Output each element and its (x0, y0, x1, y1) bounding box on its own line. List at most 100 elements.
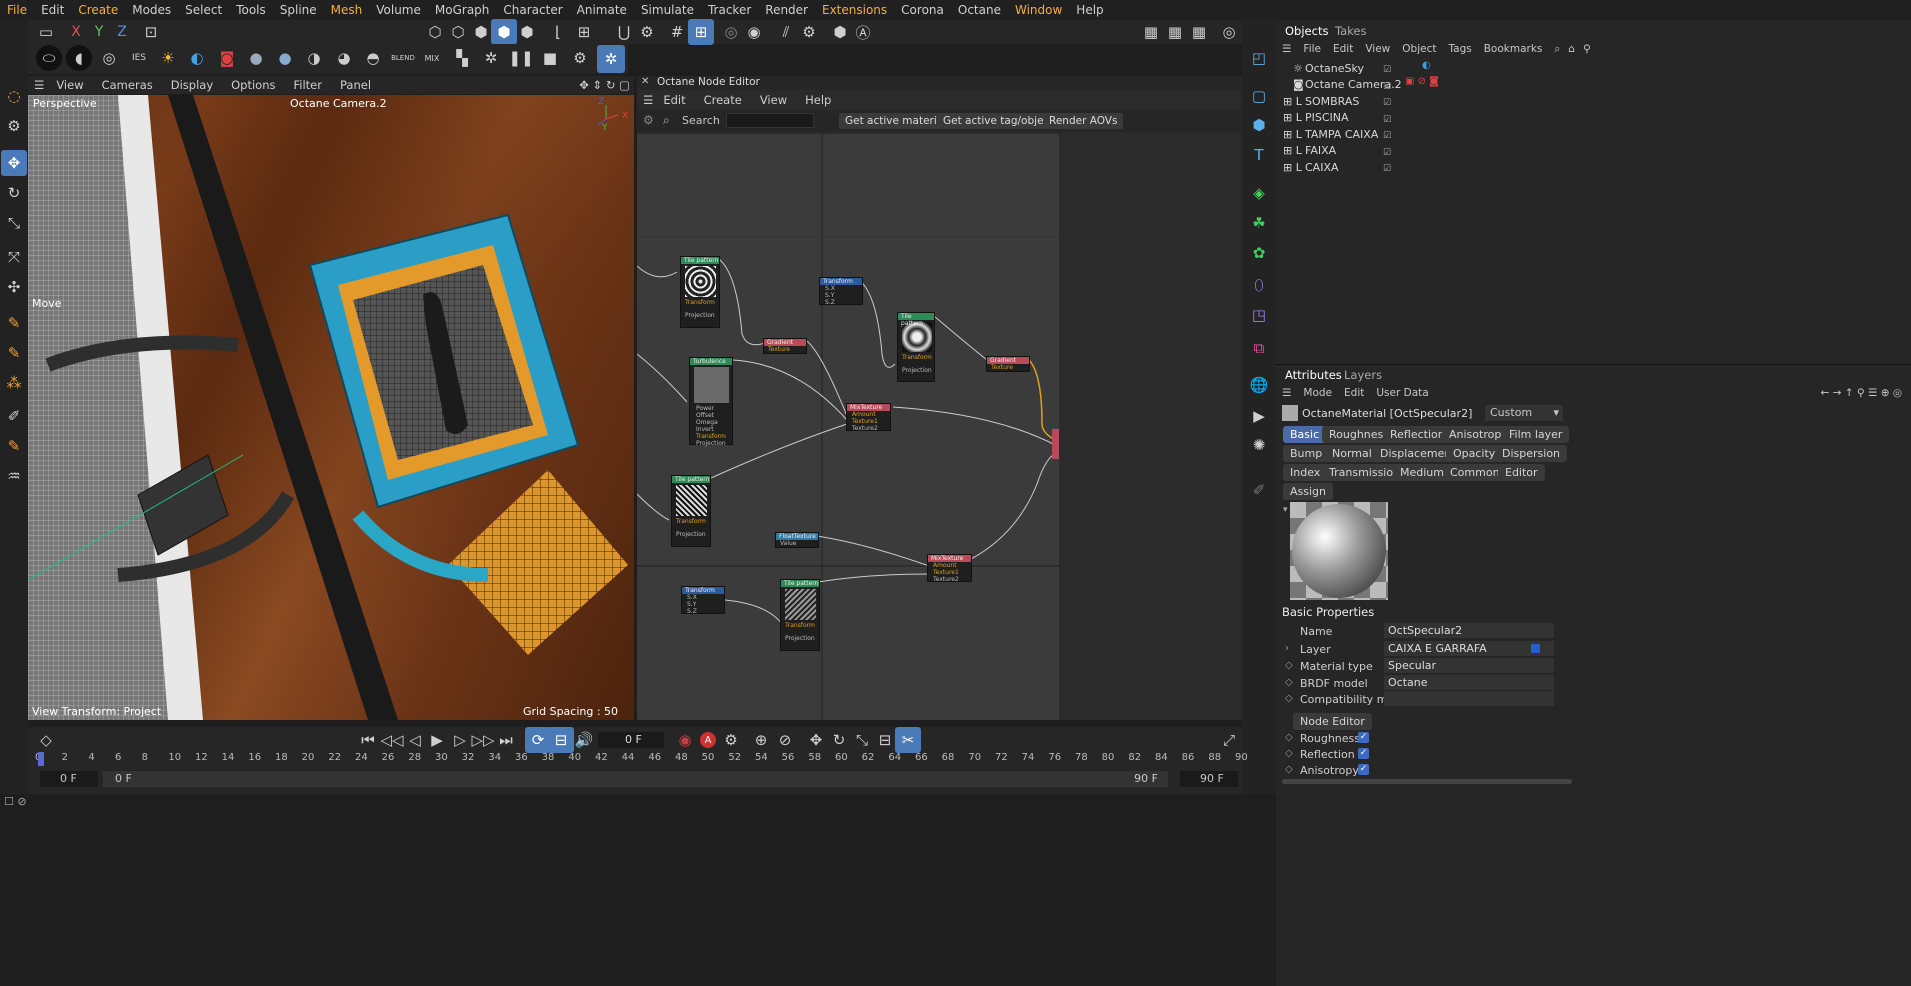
node-port[interactable]: Projection (672, 531, 710, 538)
keyframe-settings-icon[interactable]: ⚙ (718, 727, 744, 753)
knife-icon[interactable]: ✎ (1, 433, 27, 459)
viewport-menu-display[interactable]: Display (171, 78, 213, 92)
check-anisotropy[interactable]: ✓ (1358, 764, 1369, 775)
live-icon[interactable]: ◎ (1216, 19, 1242, 45)
node-tile-pattern-1[interactable]: Tile pattern Transform Projection (680, 256, 720, 328)
globe-icon[interactable]: 🌐 (1246, 372, 1272, 398)
node-port[interactable]: Value (776, 540, 818, 547)
object-row[interactable]: ⊞ L TAMPA CAIXA (1283, 126, 1378, 142)
node-tile-pattern-2[interactable]: Tile pattern Transform Projection (671, 475, 711, 547)
render-settings-icon[interactable]: ▦ (1186, 19, 1212, 45)
attributes-nav-icons[interactable]: ← → ↑ ⚲ ☰ ⊕ ◎ (1821, 387, 1902, 399)
symmetry-settings-icon[interactable]: ⚙ (796, 19, 822, 45)
object-row[interactable]: ⊞ L FAIXA (1283, 142, 1336, 158)
attributes-menu-edit[interactable]: Edit (1344, 387, 1364, 399)
node-port[interactable]: S.X (682, 594, 724, 601)
node-port[interactable]: Omega (690, 419, 732, 426)
current-frame-field[interactable]: 0 F (598, 732, 664, 748)
node-port[interactable]: Texture2 (928, 576, 971, 583)
material-diffuse-icon[interactable]: ● (243, 45, 269, 71)
expand-icon[interactable]: › (1285, 643, 1289, 654)
blend-material-button[interactable]: BLEND (390, 45, 416, 71)
node-port[interactable]: Power (690, 405, 732, 412)
node-mix-texture-2[interactable]: MixTexture Amount Texture1 Texture2 (927, 554, 972, 583)
viewport-3d[interactable]: Perspective Octane Camera.2 Move Z X Y V… (28, 95, 634, 720)
axis-z-button[interactable]: Z (109, 19, 135, 45)
objects-filter-icon[interactable]: ⚲ (1583, 43, 1591, 55)
check-roughness[interactable]: ✓ (1358, 732, 1369, 743)
keyframe-diamond-icon[interactable]: ◇ (1285, 748, 1293, 759)
rotate-tool-icon[interactable]: ↻ (1, 180, 27, 206)
object-row[interactable]: ☼ OctaneSky (1283, 60, 1364, 76)
node-canvas[interactable]: Tile pattern Transform Projection Turbul… (637, 134, 1059, 720)
check-reflection[interactable]: ✓ (1358, 748, 1369, 759)
text-object-icon[interactable]: T (1246, 142, 1272, 168)
menu-simulate[interactable]: Simulate (634, 3, 701, 17)
key-rotation-icon[interactable]: ⊘ (772, 727, 798, 753)
objects-menu-file[interactable]: File (1303, 43, 1321, 55)
sound-icon[interactable]: 🔊 (571, 727, 597, 753)
menu-tracker[interactable]: Tracker (701, 3, 758, 17)
null-object-icon[interactable]: ◰ (1246, 45, 1272, 71)
node-port[interactable]: Projection (898, 367, 934, 374)
ies-light-icon[interactable]: IES (126, 45, 152, 71)
snap-settings-icon[interactable]: ⚙ (634, 19, 660, 45)
tab-opacity[interactable]: Opacity (1446, 445, 1503, 462)
keyframe-diamond-icon[interactable]: ◇ (1285, 693, 1293, 704)
tab-film-layer[interactable]: Film layer (1502, 426, 1570, 443)
material-metal-icon[interactable]: ◕ (331, 45, 357, 71)
tool-settings-icon[interactable]: ⚙ (1, 113, 27, 139)
render-view-icon[interactable]: ▦ (1138, 19, 1164, 45)
node-port[interactable]: Invert (690, 426, 732, 433)
light-object-icon[interactable]: ✺ (1246, 432, 1272, 458)
axis-mode-icon[interactable]: ⌊ (545, 19, 571, 45)
prop-material-type-dropdown[interactable]: Specular (1384, 658, 1554, 673)
menu-help[interactable]: Help (1069, 3, 1110, 17)
camera-icon[interactable]: ◙ (214, 45, 240, 71)
menu-create[interactable]: Create (71, 3, 125, 17)
node-port[interactable]: Transform (672, 518, 710, 525)
generator-icon[interactable]: ◈ (1246, 180, 1272, 206)
node-port[interactable]: S.Y (682, 601, 724, 608)
field-icon[interactable]: ◳ (1246, 302, 1272, 328)
objects-menu-icon[interactable]: ☰ (1282, 43, 1291, 55)
viewport-camera-label[interactable]: Octane Camera.2 (290, 97, 387, 110)
playhead[interactable] (38, 752, 44, 766)
viewport-menu-cameras[interactable]: Cameras (102, 78, 153, 92)
node-port[interactable]: S.Z (820, 299, 862, 306)
menu-window[interactable]: Window (1008, 3, 1069, 17)
material-universal-icon[interactable]: ◓ (360, 45, 386, 71)
viewport-menu-view[interactable]: View (56, 78, 83, 92)
magnet-icon[interactable]: ♒ (1, 463, 27, 489)
expand-icon[interactable]: ⊞ L (1283, 128, 1305, 141)
object-row[interactable]: ⊞ L CAIXA (1283, 159, 1339, 175)
spot-light-icon[interactable]: ◖ (66, 45, 92, 71)
node-port[interactable]: Texture (987, 364, 1029, 371)
node-port[interactable]: S.Z (682, 608, 724, 615)
node-menu-help[interactable]: Help (805, 93, 831, 107)
tab-takes[interactable]: Takes (1335, 24, 1367, 38)
undo-icon[interactable]: ▭ (33, 19, 59, 45)
attributes-menu-mode[interactable]: Mode (1303, 387, 1332, 399)
sketch-icon[interactable]: ✎ (1, 340, 27, 366)
tab-index[interactable]: Index (1283, 464, 1328, 481)
grid-icon[interactable]: # (664, 19, 690, 45)
node-editor-menu-icon[interactable]: ☰ (643, 93, 653, 107)
node-editor-button[interactable]: Node Editor (1293, 713, 1372, 730)
menu-tools[interactable]: Tools (229, 3, 273, 17)
node-port[interactable]: Texture (764, 346, 806, 353)
menu-spline[interactable]: Spline (273, 3, 324, 17)
node-material-output[interactable] (1052, 429, 1059, 459)
node-port[interactable]: Amount (847, 411, 890, 418)
cloner-icon[interactable]: ☘ (1246, 210, 1272, 236)
tab-editor[interactable]: Editor (1498, 464, 1545, 481)
object-row[interactable]: ⊞ L PISCINA (1283, 109, 1349, 125)
node-port[interactable]: Texture1 (847, 418, 890, 425)
material-glossy-icon[interactable]: ● (272, 45, 298, 71)
tab-common[interactable]: Common (1443, 464, 1507, 481)
node-port[interactable]: Texture2 (847, 425, 890, 432)
render-picture-viewer-icon[interactable]: ▦ (1162, 19, 1188, 45)
attributes-menu-userdata[interactable]: User Data (1376, 387, 1428, 399)
objects-menu-tags[interactable]: Tags (1448, 43, 1471, 55)
go-to-end-icon[interactable]: ⏭ (493, 727, 519, 753)
